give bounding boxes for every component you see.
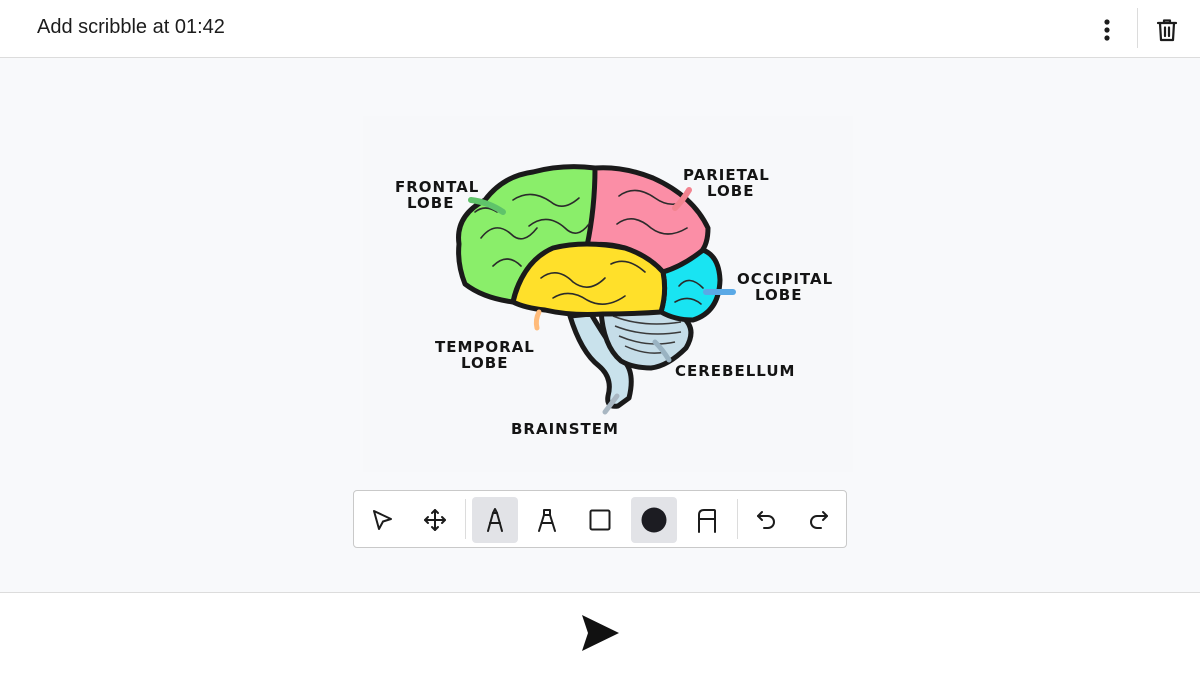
- redo-icon: [810, 511, 828, 529]
- header-divider: [1137, 8, 1138, 48]
- select-tool-button[interactable]: [359, 497, 405, 543]
- label-frontal-2: LOBE: [407, 194, 454, 212]
- highlighter-icon: [538, 509, 556, 532]
- send-button[interactable]: [576, 612, 624, 654]
- vertical-dots-icon: [1104, 19, 1110, 41]
- redo-button[interactable]: [796, 497, 842, 543]
- delete-button[interactable]: [1151, 14, 1183, 46]
- label-parietal-2: LOBE: [707, 182, 754, 200]
- square-icon: [589, 509, 611, 531]
- send-icon: [582, 615, 619, 651]
- toolbar-divider: [465, 499, 466, 539]
- label-temporal-2: LOBE: [461, 354, 508, 372]
- rectangle-tool-button[interactable]: [577, 497, 623, 543]
- label-cerebellum: CEREBELLUM: [675, 362, 795, 380]
- color-picker-button[interactable]: [631, 497, 677, 543]
- label-brainstem: BRAINSTEM: [511, 420, 619, 438]
- label-occipital-2: LOBE: [755, 286, 802, 304]
- brain-diagram-image: FRONTAL LOBE PARIETAL LOBE OCCIPITAL LOB…: [363, 116, 853, 472]
- move-tool-button[interactable]: [412, 497, 458, 543]
- stroke-width-icon: [698, 509, 716, 533]
- toolbar-divider: [737, 499, 738, 539]
- color-dot-icon: [641, 507, 667, 533]
- more-options-button[interactable]: [1092, 14, 1122, 46]
- pen-tool-button[interactable]: [472, 497, 518, 543]
- stroke-width-button[interactable]: [684, 497, 730, 543]
- trash-icon: [1156, 19, 1178, 42]
- pen-tool-icon: [487, 508, 503, 532]
- move-arrows-icon: [424, 509, 446, 531]
- undo-icon: [757, 511, 775, 529]
- page-title: Add scribble at 01:42: [37, 16, 225, 38]
- drawing-toolbar: [353, 490, 847, 548]
- undo-button[interactable]: [743, 497, 789, 543]
- top-bar: Add scribble at 01:42: [0, 0, 1200, 58]
- highlighter-tool-button[interactable]: [524, 497, 570, 543]
- pointer-arrow-icon: [373, 510, 392, 530]
